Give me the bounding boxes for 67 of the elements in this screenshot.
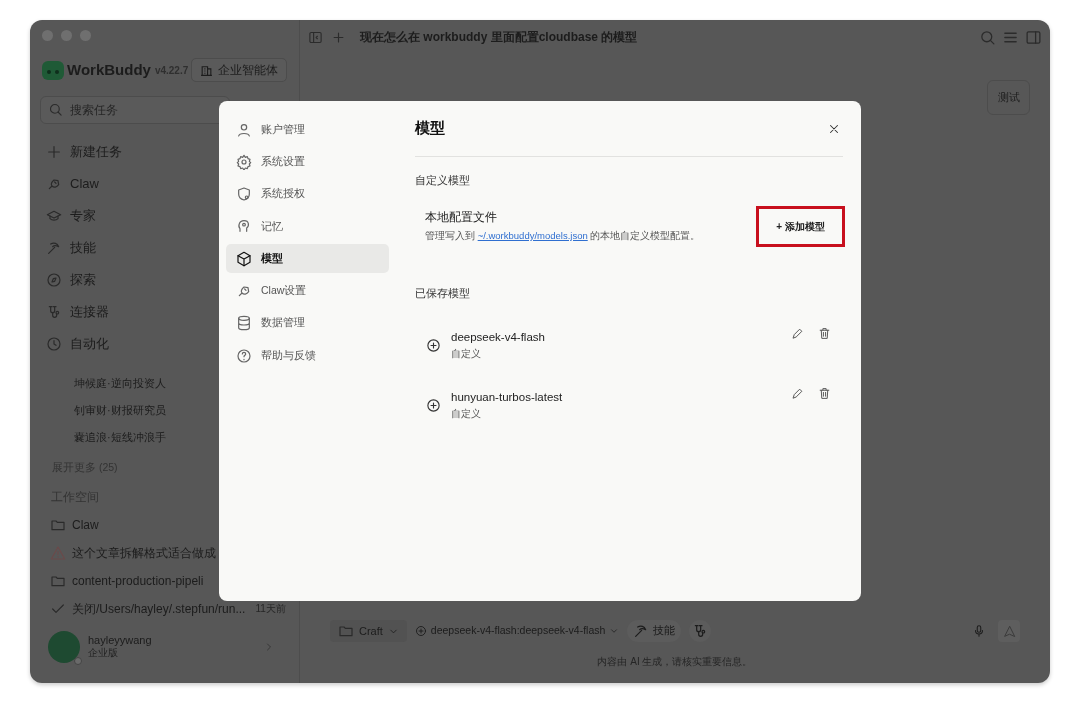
- dialog-title: 模型: [415, 118, 445, 139]
- model-selector[interactable]: deepseek-v4-flash:deepseek-v4-flash: [414, 620, 620, 642]
- avatar[interactable]: [48, 630, 80, 663]
- send-button[interactable]: [998, 620, 1020, 642]
- settings-nav-item[interactable]: 模型: [226, 244, 389, 274]
- search-icon: [48, 102, 63, 117]
- section-heading: 已保存模型: [415, 285, 471, 301]
- section-heading: 自定义模型: [415, 173, 471, 188]
- chevron-down-icon: [609, 626, 620, 636]
- model-name: deepseek-v4-flash: [451, 329, 545, 345]
- config-description: 管理写入到 ~/.workbuddy/models.json 的本地自定义模型配置。: [425, 229, 701, 243]
- delete-button[interactable]: [818, 387, 831, 400]
- model-source: 自定义: [451, 407, 482, 422]
- settings-nav-item[interactable]: 帮助与反馈: [226, 341, 389, 371]
- search-icon: [979, 28, 996, 46]
- microphone-icon: [972, 624, 986, 638]
- edit-button[interactable]: [791, 387, 804, 400]
- database-icon: [236, 315, 252, 332]
- clock-icon: [46, 336, 62, 352]
- trash-icon: [818, 327, 831, 340]
- compass-icon: [46, 272, 62, 288]
- plus-circle-icon: [426, 337, 441, 353]
- plus-icon: [331, 29, 346, 45]
- plus-circle-icon: [414, 625, 427, 637]
- cube-icon: [236, 250, 252, 267]
- logo-icon: [42, 59, 64, 81]
- plus-icon: [46, 144, 62, 160]
- workspace-item[interactable]: Claw: [40, 510, 289, 539]
- connector-icon: [46, 304, 62, 320]
- window-control-icon[interactable]: [80, 30, 91, 41]
- add-model-button[interactable]: + 添加模型: [756, 205, 845, 247]
- edit-button[interactable]: [791, 327, 804, 340]
- config-title: 本地配置文件: [425, 209, 498, 225]
- sidebar-toggle-icon: [308, 29, 323, 45]
- shield-icon: [236, 186, 252, 203]
- user-icon: [236, 121, 252, 138]
- pencil-icon: [791, 387, 804, 400]
- help-icon: [236, 347, 252, 364]
- settings-nav-item[interactable]: 系统设置: [226, 147, 389, 177]
- window-control-icon[interactable]: [61, 30, 72, 41]
- connector-button[interactable]: [689, 620, 712, 642]
- plus-circle-icon: [426, 397, 441, 413]
- workspace-item[interactable]: content-production-pipeli: [40, 566, 289, 595]
- settings-nav-item[interactable]: 数据管理: [226, 308, 389, 338]
- model-name: hunyuan-turbos-latest: [451, 389, 563, 405]
- app-name: WorkBuddy: [67, 59, 151, 80]
- user-name: hayleyywang: [88, 633, 152, 647]
- config-file-link[interactable]: ~/.workbuddy/models.json: [477, 230, 588, 241]
- window-control-icon[interactable]: [42, 30, 53, 41]
- folder-icon: [338, 623, 354, 639]
- pickaxe-icon: [46, 240, 62, 256]
- graduation-cap-icon: [46, 208, 62, 224]
- item-label: content-production-pipeli: [72, 572, 204, 590]
- panel-icon: [1025, 28, 1042, 46]
- building-icon: [200, 63, 213, 77]
- send-icon: [1002, 624, 1016, 638]
- pencil-icon: [791, 327, 804, 340]
- item-label: Claw: [72, 516, 99, 534]
- settings-nav-item[interactable]: 系统授权: [226, 179, 389, 209]
- gear-icon: [236, 153, 252, 170]
- model-source: 自定义: [451, 347, 482, 362]
- settings-nav-item[interactable]: Claw设置: [226, 276, 389, 306]
- conversation-title: 现在怎么在 workbuddy 里面配置cloudbase 的模型: [360, 29, 638, 46]
- settings-nav-item[interactable]: 记忆: [226, 211, 389, 241]
- delete-button[interactable]: [818, 327, 831, 340]
- head-icon: [236, 218, 252, 235]
- trash-icon: [818, 387, 831, 400]
